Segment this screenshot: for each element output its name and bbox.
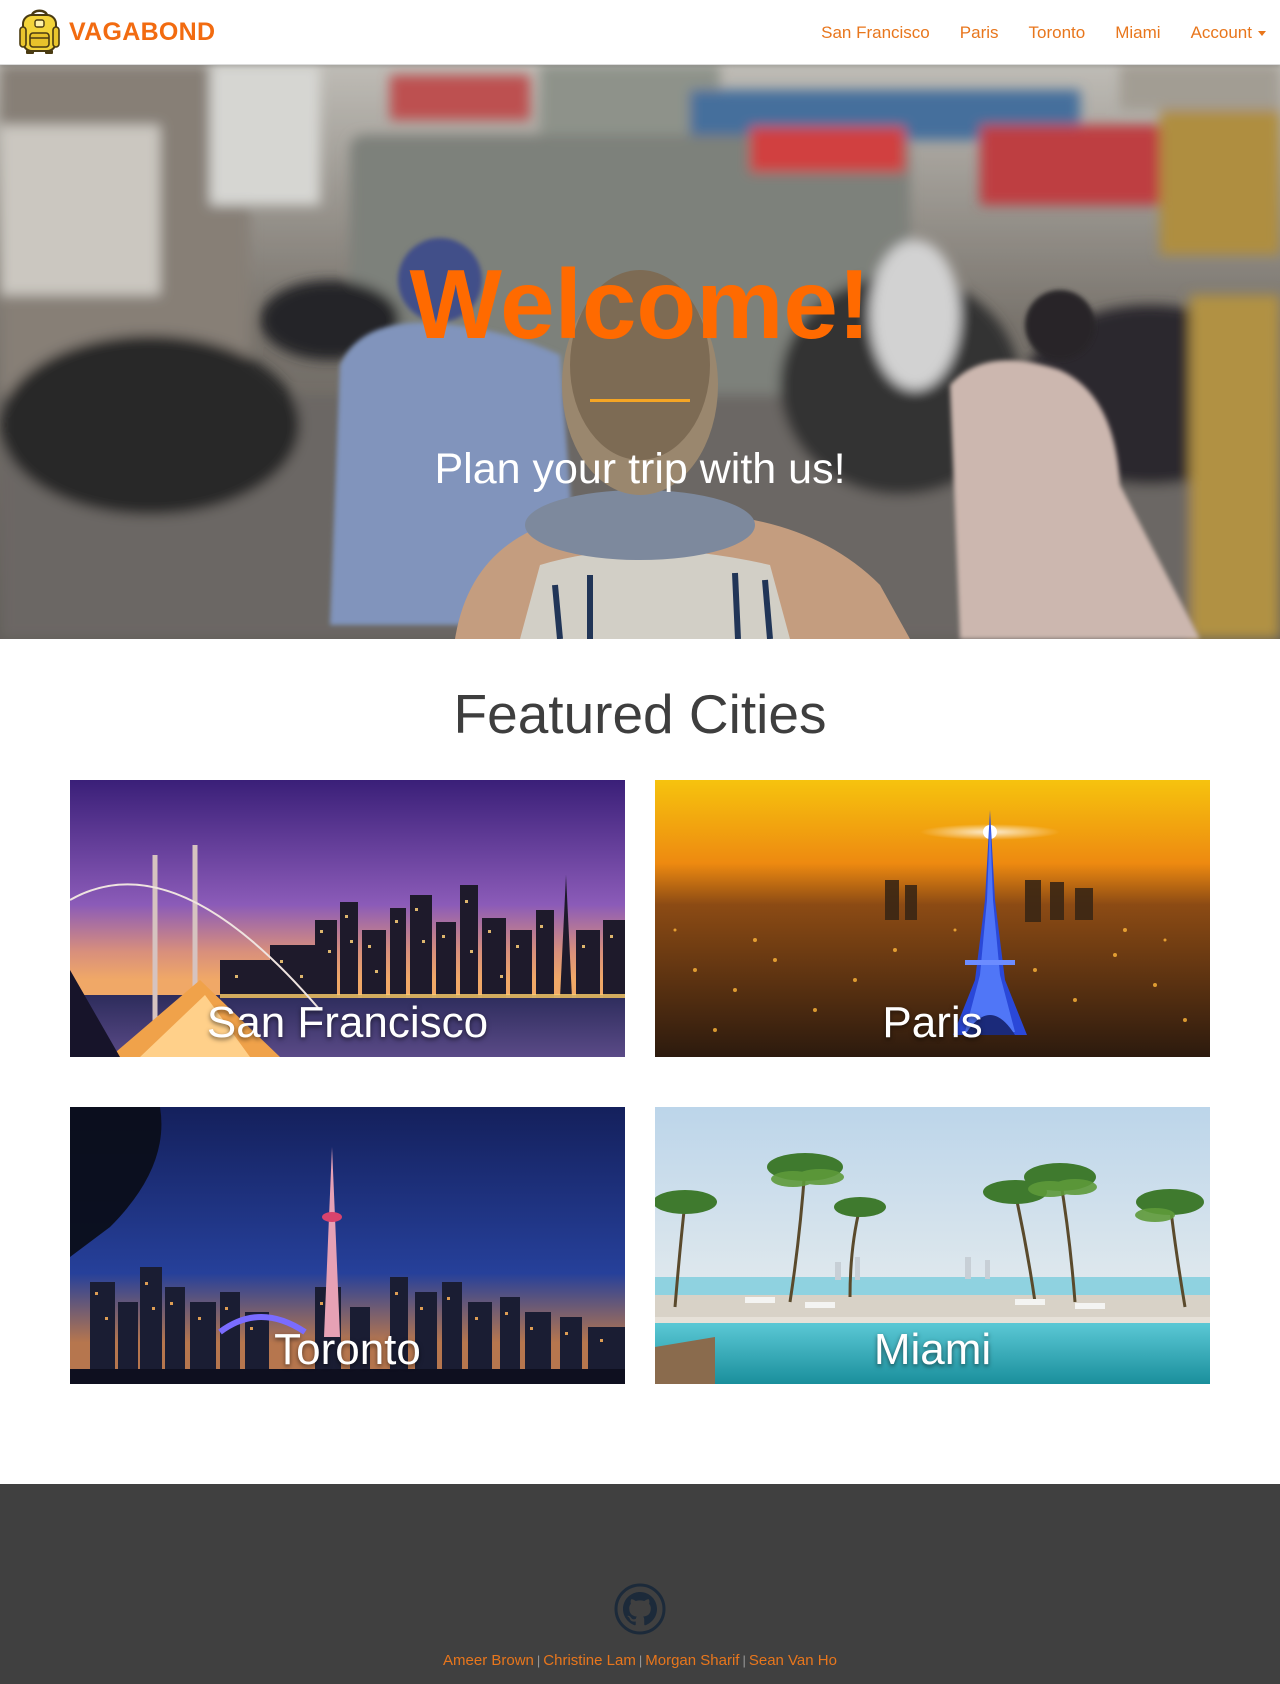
hero-divider [590,399,690,402]
author-link-morgan-sharif[interactable]: Morgan Sharif [645,1652,739,1669]
nav-link-san-francisco[interactable]: San Francisco [806,23,945,43]
city-name-miami: Miami [873,1324,992,1374]
author-credits: Ameer Brown | Christine Lam | Morgan Sharif |… [0,1652,1280,1669]
account-label: Account [1190,22,1252,42]
github-icon[interactable] [614,1583,666,1635]
brand-name: VAGABOND [69,17,216,46]
hero-banner: Welcome! Plan your trip with us! [0,65,1280,639]
author-link-ameer-brown[interactable]: Ameer Brown [443,1652,534,1669]
hero-subtitle: Plan your trip with us! [434,445,846,493]
city-name-san-francisco: San Francisco [206,997,489,1047]
hero-title: Welcome! [409,249,871,359]
author-link-sean-van-ho[interactable]: Sean Van Ho [749,1652,837,1669]
city-card-miami[interactable]: Miami [655,1107,1210,1384]
separator: | [742,1653,746,1668]
backpack-icon [19,9,60,54]
city-card-toronto[interactable]: Toronto [70,1107,625,1384]
featured-cities-heading: Featured Cities [453,683,827,745]
author-link-christine-lam[interactable]: Christine Lam [543,1652,636,1669]
account-dropdown[interactable]: Account [1176,23,1280,43]
separator: | [536,1653,541,1668]
city-name-toronto: Toronto [274,1324,421,1374]
caret-down-icon [1258,31,1266,36]
city-card-paris[interactable]: Paris [655,780,1210,1057]
separator: | [638,1653,643,1668]
nav-link-miami[interactable]: Miami [1100,23,1175,43]
footer: Ameer Brown | Christine Lam | Morgan Sharif |… [0,1484,1280,1684]
nav-link-toronto[interactable]: Toronto [1014,23,1101,43]
nav-link-paris[interactable]: Paris [945,23,1014,43]
brand-link[interactable]: VAGABOND [17,7,215,57]
navbar: VAGABOND San Francisco Paris Toronto Mia… [0,0,1280,65]
nav-links: San Francisco Paris Toronto Miami Accoun… [806,0,1280,65]
city-card-san-francisco[interactable]: San Francisco [70,780,625,1057]
city-name-paris: Paris [882,997,983,1047]
